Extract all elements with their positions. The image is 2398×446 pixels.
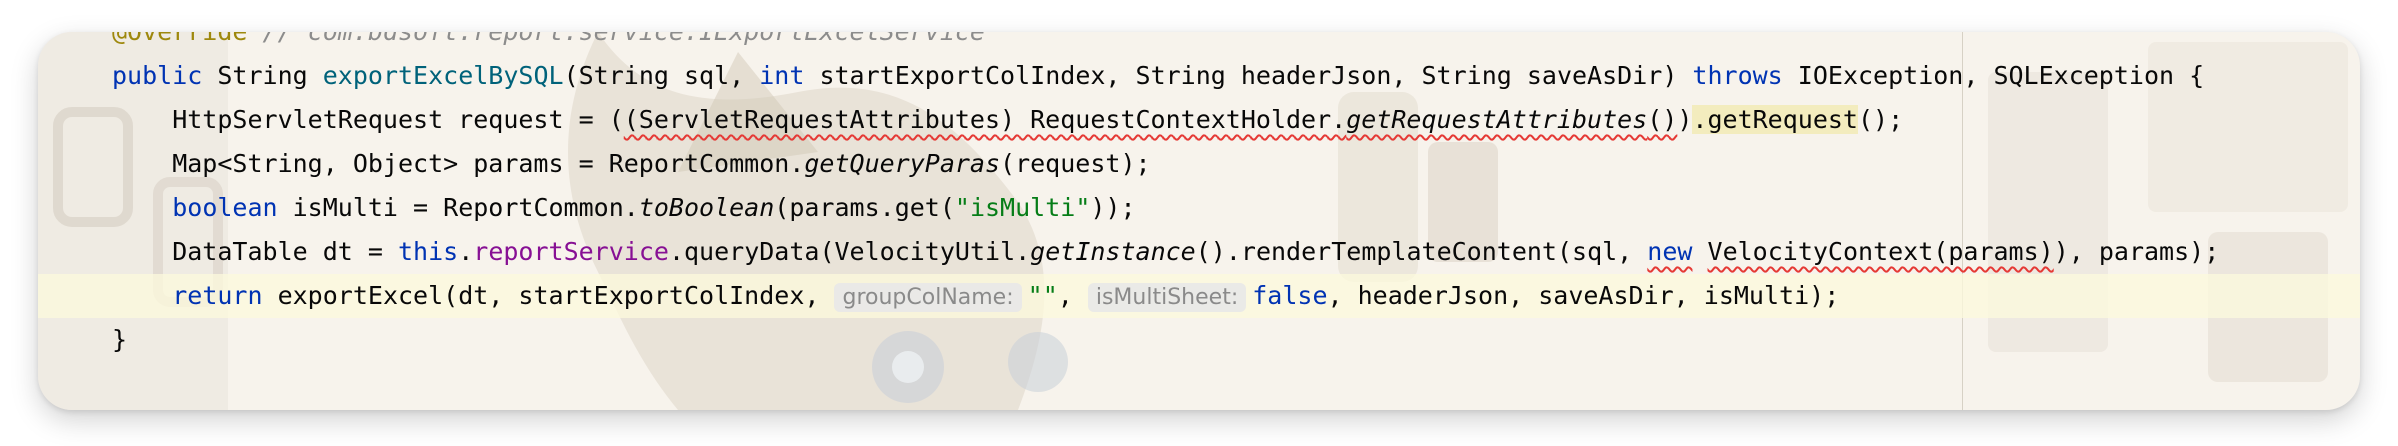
code-token: exportExcelBySQL [322,61,564,90]
code-token: reportService [473,237,669,266]
code-line-1[interactable]: @Override // com.bdsoft.report.service.I… [112,32,2360,54]
code-token: new [1647,237,1693,266]
code-token: , headerJson, saveAsDir, isMulti); [1327,281,1840,310]
parameter-hint: isMultiSheet: [1087,283,1247,312]
code-token: "isMulti" [954,193,1091,222]
parameter-hint: groupColName: [834,283,1022,312]
code-token: .getRequest [1692,105,1858,134]
code-card: @Override // com.bdsoft.report.service.I… [38,32,2360,410]
code-token: ), params); [2053,237,2220,266]
code-token: toBoolean [638,193,775,222]
code-token: int [759,61,805,90]
code-token: String [202,61,323,90]
code-token: startExportColIndex, String headerJson, … [804,61,1693,90]
code-line-4[interactable]: Map<String, Object> params = ReportCommo… [112,142,2360,186]
editor-gutter [38,32,78,410]
code-token: (params.get( [774,193,955,222]
code-token: (String sql, [563,61,760,90]
code-token: getQueryParas [804,149,1001,178]
code-token: DataTable dt = [112,237,398,266]
code-token: IOException, SQLException { [1782,61,2205,90]
code-line-3[interactable]: HttpServletRequest request = ((ServletRe… [112,98,2360,142]
code-token: (ServletRequestAttributes) RequestContex… [623,105,1347,134]
code-line-7[interactable]: return exportExcel(dt, startExportColInd… [38,274,2360,318]
code-token: boolean [172,193,278,222]
code-editor[interactable]: @Override // com.bdsoft.report.service.I… [38,32,2360,362]
code-token: public [112,61,203,90]
code-token: getRequestAttributes [1346,105,1648,134]
code-token: .queryData(VelocityUtil. [668,237,1031,266]
code-token: Map<String, Object> params = ReportCommo… [112,149,805,178]
code-token: ) [1677,105,1693,134]
code-token: "" [1027,281,1058,310]
code-token: ().renderTemplateContent(sql, [1195,237,1648,266]
code-line-2[interactable]: public String exportExcelBySQL(String sq… [112,54,2360,98]
code-token: , [1057,281,1088,310]
code-token: . [458,237,474,266]
code-line-5[interactable]: boolean isMulti = ReportCommon.toBoolean… [112,186,2360,230]
code-token: (); [1858,105,1904,134]
code-token: HttpServletRequest request = ( [112,105,624,134]
code-line-8[interactable]: } [112,318,2360,362]
code-token: return [172,281,263,310]
code-token: false [1252,281,1328,310]
code-token: this [397,237,459,266]
code-token: () [1647,105,1678,134]
code-token: VelocityContext(params) [1707,237,2054,266]
code-token: } [112,325,128,354]
code-token: getInstance [1030,237,1196,266]
code-token: // com.bdsoft.report.service.IExportExce… [247,32,985,46]
code-token: throws [1692,61,1783,90]
code-token: exportExcel(dt, startExportColIndex, [262,281,835,310]
code-line-6[interactable]: DataTable dt = this.reportService.queryD… [112,230,2360,274]
code-token: isMulti = ReportCommon. [277,193,639,222]
code-token: )); [1090,193,1136,222]
code-token: @Override [112,32,247,46]
code-token: (request); [1000,149,1151,178]
